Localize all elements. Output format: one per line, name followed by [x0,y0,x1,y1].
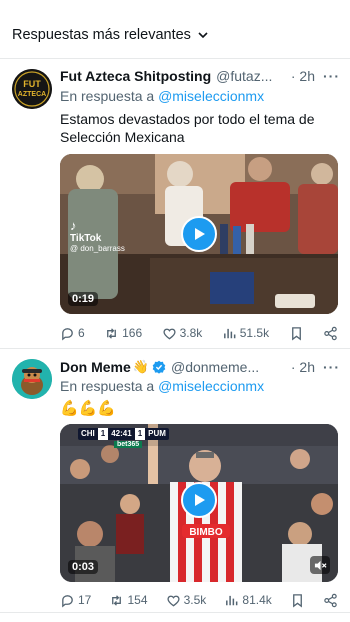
action-bar: 17 154 3.5k 81.4k [60,591,338,609]
video-duration: 0:03 [68,560,99,574]
play-icon [195,494,205,506]
tweet-text: Estamos devastados por todo el tema de S… [60,111,315,145]
views-button[interactable]: 81.4k [224,593,272,608]
play-button[interactable] [181,482,217,518]
bet-badge: bet365 [114,441,143,448]
reply-prefix: En respuesta a [60,378,155,394]
like-count: 3.5k [183,593,207,607]
reply-tweet[interactable]: FUT AZTECA Fut Azteca Shitposting @futaz… [0,58,350,348]
views-button[interactable]: 51.5k [222,326,269,341]
tiktok-watermark: ♪ TikTok @ don_barrass [70,218,125,253]
retweet-button[interactable]: 154 [109,593,148,608]
heart-icon [167,595,180,606]
sort-label: Respuestas más relevantes [12,27,191,43]
score-1: 1 [97,428,109,440]
svg-text:BIMBO: BIMBO [189,527,223,538]
name-emoji: 👋 [132,359,149,374]
reply-count: 6 [78,326,85,340]
mention-link[interactable]: @miseleccionmx [158,88,264,104]
scoreboard: CHI 1 42:41 1 PUM [78,428,169,440]
display-name[interactable]: Fut Azteca Shitposting [60,68,211,84]
avatar[interactable] [12,359,52,399]
score-2: 1 [134,428,146,440]
heart-icon [163,328,176,339]
team-1: CHI [81,429,95,438]
tweet-text: 💪💪💪 [60,400,117,417]
like-count: 3.8k [179,326,203,340]
views-icon [226,595,238,605]
tiktok-user: @ don_barrass [70,244,125,253]
user-handle[interactable]: @futaz... [216,68,287,84]
retweet-count: 154 [127,593,148,607]
reply-button[interactable]: 17 [60,593,91,608]
reply-icon [62,327,73,340]
svg-text:FUT: FUT [23,79,41,89]
tiktok-icon: ♪ [70,218,77,233]
share-icon [324,593,337,607]
retweet-count: 166 [122,326,143,340]
bookmark-icon [292,593,302,607]
mute-button[interactable] [310,556,330,574]
avatar[interactable]: FUT AZTECA [12,69,52,109]
video-media[interactable]: BIMBO CHI 1 42:41 1 PUM bet365 0:03 [60,424,338,582]
share-icon [324,326,337,340]
match-clock: 42:41 [111,429,132,438]
share-button[interactable] [323,326,338,341]
chevron-down-icon [198,32,208,39]
reply-context: En respuesta a @miseleccionmx [60,88,264,104]
reply-prefix: En respuesta a [60,88,155,104]
verified-badge-icon [152,360,166,374]
sort-dropdown[interactable]: Respuestas más relevantes [12,24,209,46]
retweet-icon [112,594,122,606]
views-icon [223,328,236,338]
display-name[interactable]: Don Meme [60,359,131,375]
fut-azteca-logo: FUT AZTECA [12,69,52,109]
don-meme-avatar [12,359,52,399]
speaker-muted-icon [314,560,326,570]
replies-panel: Respuestas más relevantes FUT AZTECA Fut… [0,0,350,622]
svg-text:AZTECA: AZTECA [18,91,46,98]
tweet-header: Fut Azteca Shitposting @futaz... · 2h ··… [60,67,340,85]
reply-count: 17 [78,593,92,607]
bookmark-icon [291,326,301,340]
action-bar: 6 166 3.8k 51.5k [60,324,338,342]
like-button[interactable]: 3.8k [162,326,203,341]
bookmark-button[interactable] [289,326,304,341]
bottom-divider [0,612,350,613]
view-count: 81.4k [242,593,272,607]
play-button[interactable] [181,216,217,252]
timestamp[interactable]: · 2h [291,68,315,84]
video-duration: 0:19 [68,292,99,306]
play-icon [195,228,205,240]
more-options-icon[interactable]: ··· [323,359,340,375]
retweet-button[interactable]: 166 [104,326,142,341]
reply-button[interactable]: 6 [60,326,85,341]
mention-link[interactable]: @miseleccionmx [158,378,264,394]
user-handle[interactable]: @donmeme... [171,359,287,375]
reply-tweet[interactable]: Don Meme 👋 @donmeme... · 2h ··· En respu… [0,349,350,619]
retweet-icon [107,327,117,339]
more-options-icon[interactable]: ··· [323,68,340,84]
view-count: 51.5k [239,326,270,340]
tiktok-label: TikTok [70,233,102,244]
video-media[interactable]: ♪ TikTok @ don_barrass 0:19 [60,154,338,314]
like-button[interactable]: 3.5k [166,593,207,608]
share-button[interactable] [323,593,338,608]
bookmark-button[interactable] [290,593,305,608]
tweet-header: Don Meme 👋 @donmeme... · 2h ··· [60,358,340,376]
reply-icon [62,594,73,607]
reply-context: En respuesta a @miseleccionmx [60,378,264,394]
team-2: PUM [148,429,166,438]
timestamp[interactable]: · 2h [291,359,315,375]
